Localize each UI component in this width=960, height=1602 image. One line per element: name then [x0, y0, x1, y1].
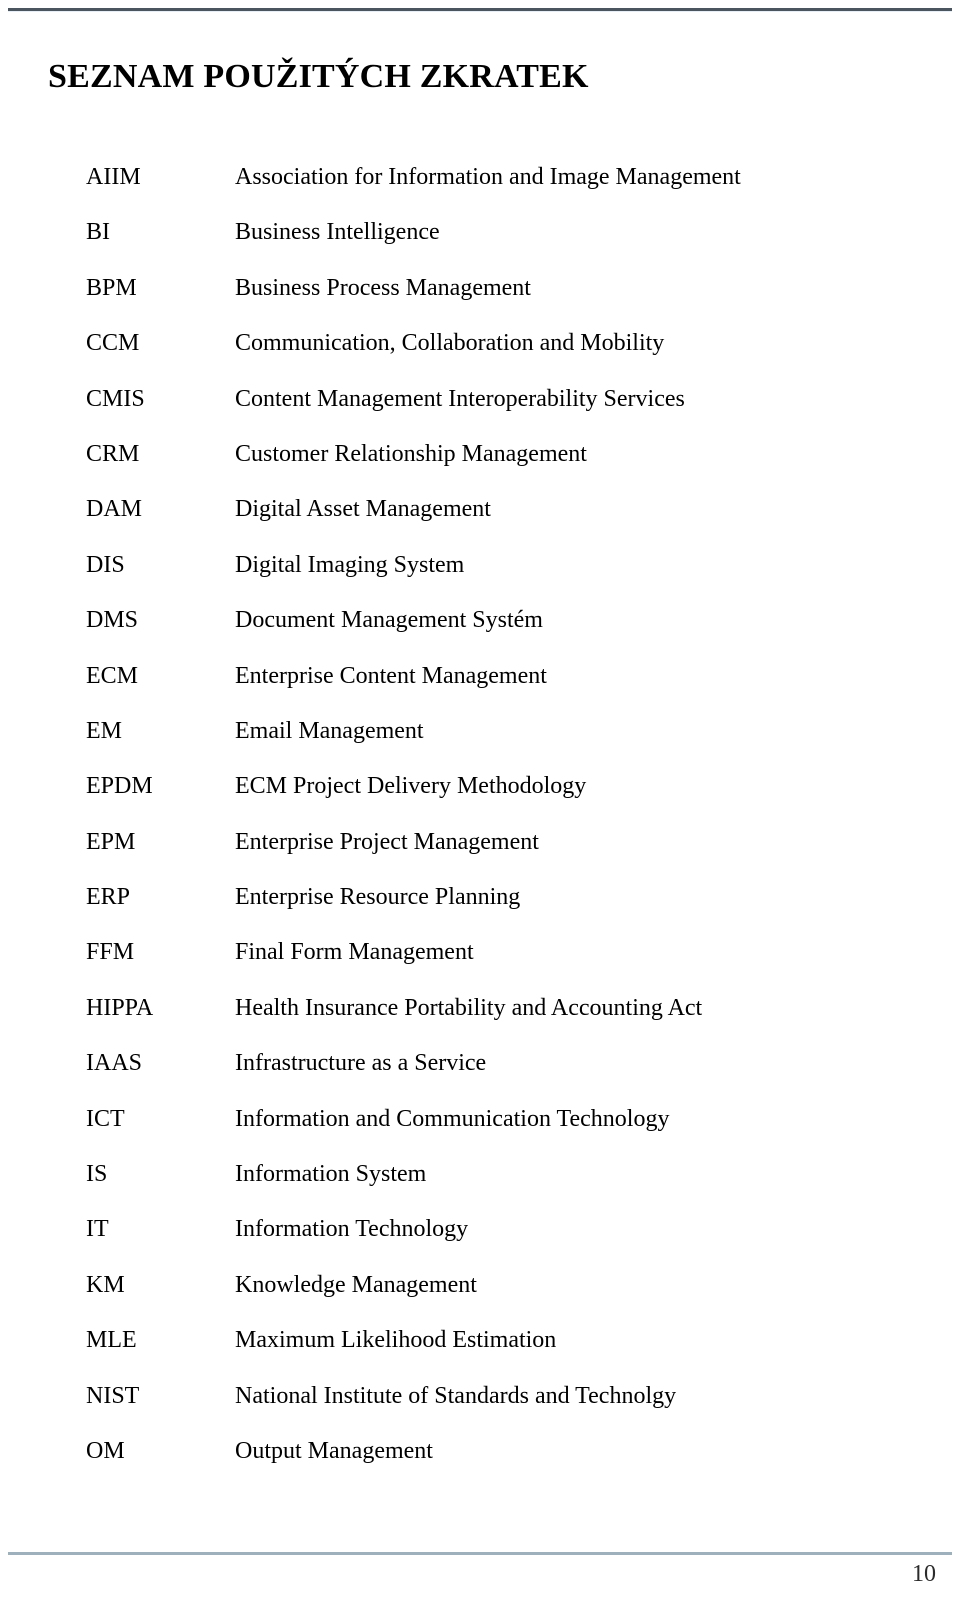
abbreviation-row: KM Knowledge Management: [0, 1270, 960, 1325]
abbreviation-definition: Enterprise Project Management: [235, 828, 539, 855]
abbreviation-definition: Enterprise Content Management: [235, 662, 547, 689]
abbreviation-row: EPDM ECM Project Delivery Methodology: [0, 771, 960, 826]
abbreviation-definition: Enterprise Resource Planning: [235, 884, 521, 911]
abbreviation-definition: Digital Imaging System: [235, 551, 465, 578]
abbreviation-definition: Information System: [235, 1161, 427, 1188]
abbreviation-term: IAAS: [86, 1050, 143, 1077]
document-page: SEZNAM POUŽITÝCH ZKRATEK AIIM Association…: [0, 0, 960, 1602]
abbreviation-term: IT: [86, 1216, 109, 1243]
abbreviation-term: NIST: [86, 1382, 140, 1409]
abbreviation-row: DIS Digital Imaging System: [0, 550, 960, 605]
abbreviation-term: BI: [86, 219, 110, 246]
abbreviation-definition: Business Process Management: [235, 274, 531, 301]
abbreviation-row: ICT Information and Communication Technol…: [0, 1104, 960, 1159]
abbreviation-term: EM: [86, 717, 122, 744]
footer-rule: [8, 1552, 952, 1555]
abbreviation-row: DMS Document Management Systém: [0, 605, 960, 660]
abbreviation-term: DMS: [86, 607, 139, 634]
abbreviation-row: IAAS Infrastructure as a Service: [0, 1048, 960, 1103]
abbreviation-definition: National Institute of Standards and Tech…: [235, 1382, 677, 1409]
header-rule-hairline: [8, 11, 952, 12]
abbreviation-definition: Knowledge Management: [235, 1271, 477, 1298]
abbreviation-row: CMIS Content Management Interoperability …: [0, 384, 960, 439]
abbreviation-term: CMIS: [86, 385, 145, 412]
abbreviation-term: AIIM: [86, 164, 141, 190]
abbreviation-term: ECM: [86, 662, 139, 689]
abbreviation-definition: Customer Relationship Management: [235, 440, 587, 467]
abbreviation-row: IS Information System: [0, 1159, 960, 1214]
abbreviation-definition: Email Management: [235, 717, 424, 744]
abbreviation-term: MLE: [86, 1327, 137, 1354]
abbreviation-definition: ECM Project Delivery Methodology: [235, 773, 587, 800]
abbreviation-row: DAM Digital Asset Management: [0, 494, 960, 549]
abbreviation-row: HIPPA Health Insurance Portability and Ac…: [0, 993, 960, 1048]
abbreviation-term: DIS: [86, 551, 125, 578]
abbreviation-definition: Document Management Systém: [235, 607, 543, 634]
abbreviation-definition: Infrastructure as a Service: [235, 1050, 487, 1077]
abbreviation-term: ICT: [86, 1105, 125, 1132]
abbreviation-term: EPDM: [86, 773, 153, 800]
abbreviation-row: CCM Communication, Collaboration and Mobi…: [0, 328, 960, 383]
abbreviation-definition: Digital Asset Management: [235, 496, 491, 523]
abbreviation-definition: Health Insurance Portability and Account…: [235, 994, 703, 1021]
page-title: SEZNAM POUŽITÝCH ZKRATEK: [48, 57, 589, 95]
abbreviation-list: AIIM Association for Information and Imag…: [0, 162, 960, 1491]
abbreviation-row: MLE Maximum Likelihood Estimation: [0, 1325, 960, 1380]
abbreviation-definition: Content Management Interoperability Serv…: [235, 385, 685, 412]
abbreviation-term: IS: [86, 1161, 108, 1188]
abbreviation-definition: Output Management: [235, 1437, 433, 1464]
abbreviation-term: HIPPA: [86, 994, 154, 1021]
abbreviation-row: NIST National Institute of Standards and …: [0, 1381, 960, 1436]
abbreviation-term: BPM: [86, 274, 137, 301]
abbreviation-row: EPM Enterprise Project Management: [0, 827, 960, 882]
abbreviation-row: BI Business Intelligence: [0, 217, 960, 272]
abbreviation-row: OM Output Management: [0, 1436, 960, 1491]
abbreviation-term: CRM: [86, 440, 140, 467]
abbreviation-definition: Maximum Likelihood Estimation: [235, 1327, 557, 1354]
abbreviation-term: KM: [86, 1271, 125, 1298]
abbreviation-definition: Information and Communication Technology: [235, 1105, 670, 1132]
abbreviation-row: ECM Enterprise Content Management: [0, 661, 960, 716]
abbreviation-term: CCM: [86, 330, 140, 357]
abbreviation-row: CRM Customer Relationship Management: [0, 439, 960, 494]
abbreviation-definition: Business Intelligence: [235, 219, 440, 246]
abbreviation-row: AIIM Association for Information and Imag…: [0, 162, 960, 217]
abbreviation-term: DAM: [86, 496, 143, 523]
page-number: 10: [912, 1561, 936, 1587]
abbreviation-row: EM Email Management: [0, 716, 960, 771]
abbreviation-row: ERP Enterprise Resource Planning: [0, 882, 960, 937]
abbreviation-definition: Final Form Management: [235, 939, 474, 966]
abbreviation-term: FFM: [86, 939, 135, 966]
abbreviation-row: FFM Final Form Management: [0, 937, 960, 992]
abbreviation-term: OM: [86, 1437, 125, 1464]
abbreviation-row: BPM Business Process Management: [0, 273, 960, 328]
abbreviation-definition: Association for Information and Image Ma…: [235, 164, 741, 190]
abbreviation-definition: Information Technology: [235, 1216, 469, 1243]
abbreviation-definition: Communication, Collaboration and Mobilit…: [235, 330, 665, 357]
abbreviation-row: IT Information Technology: [0, 1214, 960, 1269]
abbreviation-term: EPM: [86, 828, 136, 855]
abbreviation-term: ERP: [86, 884, 131, 911]
